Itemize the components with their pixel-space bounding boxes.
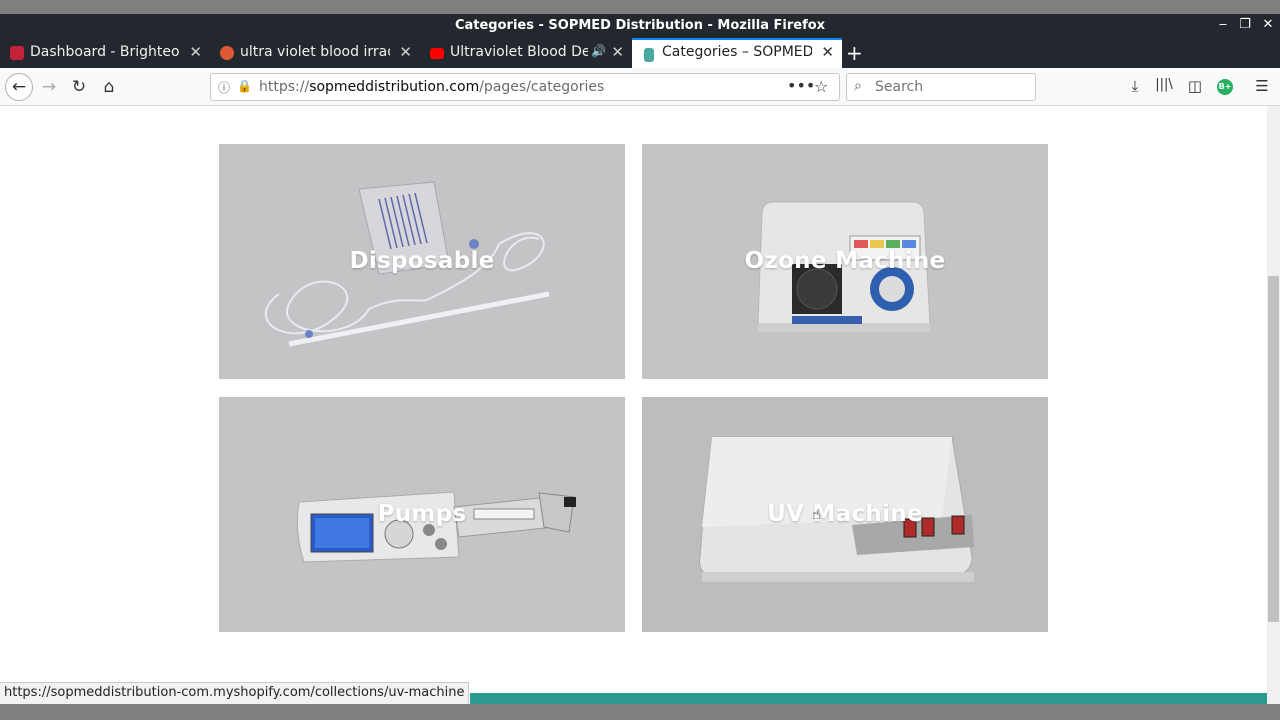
brighteon-favicon-icon [10, 46, 24, 60]
tab-youtube[interactable]: Ultraviolet Blood Dev 🔊 ✕ [420, 38, 632, 68]
tab-search-results[interactable]: ultra violet blood irradia ✕ [210, 38, 420, 68]
extension-icon[interactable]: B+ [1217, 79, 1233, 95]
speaker-icon[interactable]: 🔊 [591, 44, 606, 58]
search-input[interactable] [875, 79, 1025, 95]
sidebar-icon[interactable]: ◫ [1185, 77, 1205, 95]
link-status-bar: https://sopmeddistribution-com.myshopify… [0, 682, 470, 704]
search-icon: ⌕ [854, 78, 862, 94]
close-window-button[interactable]: ✕ [1259, 17, 1277, 32]
tab-label: Ultraviolet Blood Dev [450, 44, 588, 60]
reload-button[interactable]: ↻ [68, 76, 90, 98]
youtube-favicon-icon [430, 48, 444, 59]
lock-icon: 🔒 [237, 79, 252, 93]
category-label: Ozone Machine [744, 248, 946, 274]
page-content: Disposable Ozone Machine Pumps UV Machin… [0, 106, 1267, 704]
tab-label: Categories – SOPMED D [662, 44, 812, 60]
tab-categories[interactable]: Categories – SOPMED D ✕ [632, 38, 842, 68]
category-card-uv-machine[interactable]: UV Machine [642, 397, 1048, 632]
window-titlebar: Categories - SOPMED Distribution - Mozil… [0, 14, 1280, 38]
home-button[interactable]: ⌂ [98, 76, 120, 98]
page-scrollbar-thumb[interactable] [1268, 276, 1279, 622]
page-actions-icon[interactable]: ••• [787, 76, 815, 95]
library-icon[interactable]: |||\ [1154, 77, 1174, 92]
window-title: Categories - SOPMED Distribution - Mozil… [454, 18, 826, 33]
close-tab-icon[interactable]: ✕ [189, 43, 202, 61]
footer-bar [470, 693, 1267, 704]
category-card-disposable[interactable]: Disposable [219, 144, 625, 379]
category-label: Disposable [349, 248, 495, 274]
search-bar[interactable]: ⌕ [846, 73, 1036, 101]
category-card-ozone-machine[interactable]: Ozone Machine [642, 144, 1048, 379]
maximize-button[interactable]: ❐ [1236, 17, 1254, 32]
close-tab-icon[interactable]: ✕ [399, 43, 412, 61]
minimize-button[interactable]: ‒ [1214, 17, 1232, 32]
back-button[interactable]: ← [5, 73, 33, 101]
duckduckgo-favicon-icon [220, 46, 234, 60]
desktop-bottom-strip [0, 704, 1280, 720]
tab-label: Dashboard - Brighteon [30, 44, 180, 60]
tab-bar: Dashboard - Brighteon ✕ ultra violet blo… [0, 38, 1280, 68]
site-info-icon[interactable]: ⓘ [218, 79, 230, 96]
forward-button[interactable]: → [38, 76, 60, 98]
desktop-top-strip [0, 0, 1280, 14]
bookmark-star-icon[interactable]: ☆ [814, 77, 828, 96]
address-bar[interactable]: ⓘ 🔒 https://sopmeddistribution.com/pages… [210, 73, 840, 101]
new-tab-button[interactable]: + [846, 41, 863, 65]
category-label: Pumps [377, 501, 467, 527]
navigation-toolbar: ← → ↻ ⌂ ⓘ 🔒 https://sopmeddistribution.c… [0, 68, 1280, 106]
close-tab-icon[interactable]: ✕ [611, 43, 624, 61]
tab-brighteon[interactable]: Dashboard - Brighteon ✕ [0, 38, 210, 68]
menu-icon[interactable]: ☰ [1252, 77, 1272, 95]
category-label: UV Machine [767, 501, 923, 527]
hand-cursor-icon: ☝ [812, 507, 821, 523]
sopmed-favicon-icon [644, 48, 654, 62]
downloads-icon[interactable]: ⤓ [1125, 77, 1145, 95]
url-text[interactable]: https://sopmeddistribution.com/pages/cat… [259, 79, 604, 95]
tab-label: ultra violet blood irradia [240, 44, 390, 60]
close-tab-icon[interactable]: ✕ [821, 43, 834, 61]
category-card-pumps[interactable]: Pumps [219, 397, 625, 632]
